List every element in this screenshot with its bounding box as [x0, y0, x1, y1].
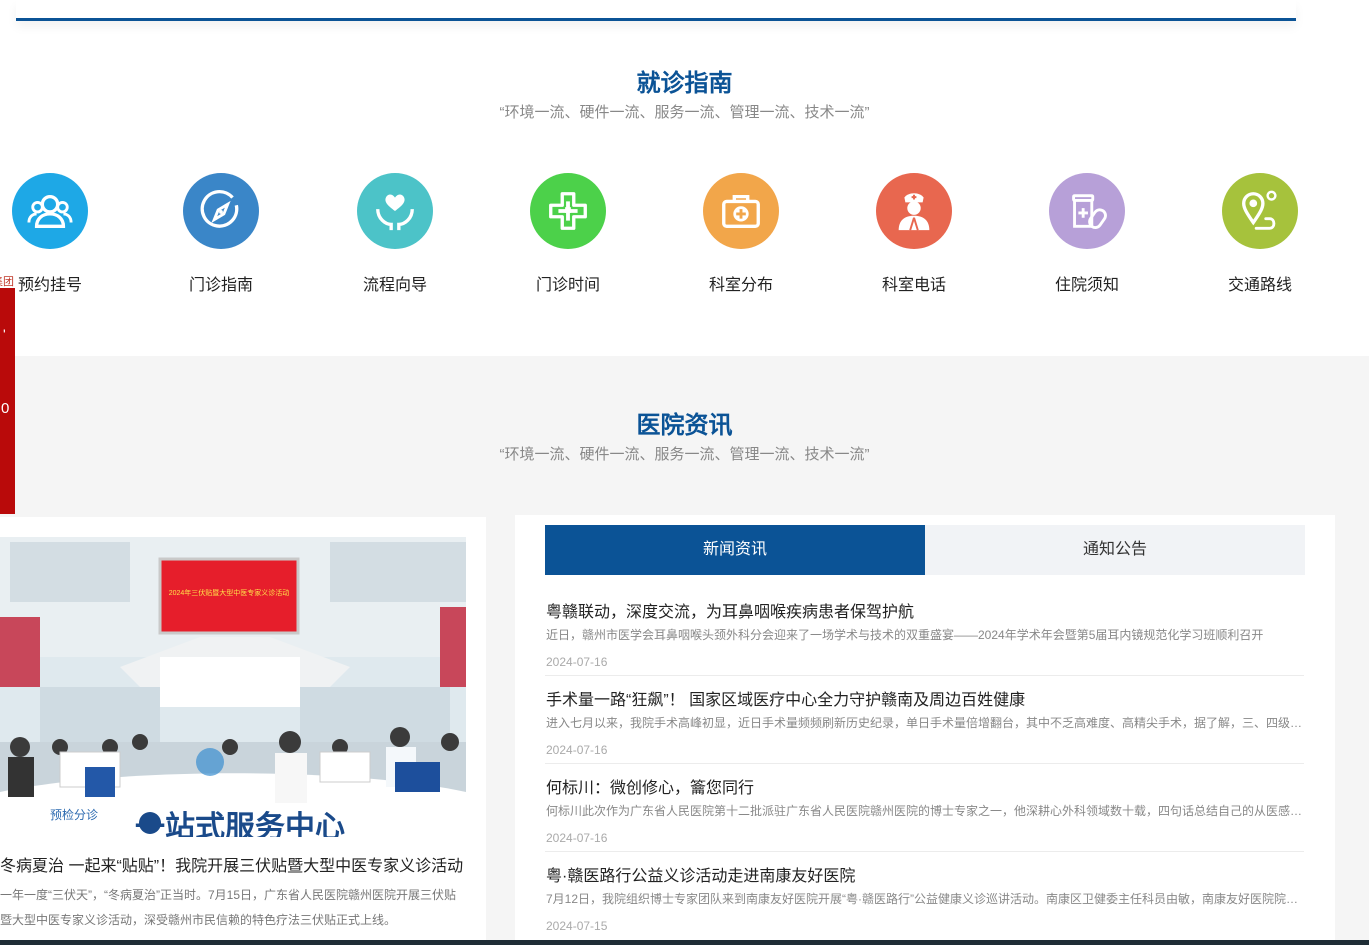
news-item-desc: 近日，赣州市医学会耳鼻咽喉头颈外科分会迎来了一场学术与技术的双重盛宴——2024… — [546, 628, 1264, 642]
compass-icon — [183, 173, 259, 249]
nurse-icon — [876, 173, 952, 249]
news-list: 粤赣联动，深度交流，为耳鼻咽喉疾病患者保驾护航 近日，赣州市医学会耳鼻咽喉头颈外… — [545, 589, 1304, 940]
featured-news-desc: 一年一度“三伏天”，“冬病夏治”正当时。7月15日，广东省人民医院赣州医院开展三… — [0, 883, 466, 933]
guide-item-departments[interactable]: 科室分布 — [681, 173, 801, 295]
news-item-desc: 进入七月以来，我院手术高峰初显，近日手术量频频刷新历史纪录，单日手术量倍增翻台，… — [546, 716, 1303, 730]
news-item-title[interactable]: 粤赣联动，深度交流，为耳鼻咽喉疾病患者保驾护航 — [546, 598, 914, 622]
medicine-icon — [1049, 173, 1125, 249]
tab-news[interactable]: 新闻资讯 — [545, 525, 925, 575]
list-item[interactable]: 手术量一路“狂飙”！ 国家区域医疗中心全力守护赣南及周边百姓健康 进入七月以来，… — [545, 677, 1304, 764]
news-item-date: 2024-07-16 — [546, 655, 608, 669]
side-fragment-text: 集团 — [0, 276, 14, 288]
heart-hands-icon — [357, 173, 433, 249]
medical-cross-icon — [530, 173, 606, 249]
guide-subtitle: “环境一流、硬件一流、服务一流、管理一流、技术一流” — [499, 104, 870, 121]
guide-item-label: 门诊时间 — [535, 277, 600, 294]
guide-item-inpatient[interactable]: 住院须知 — [1027, 173, 1147, 295]
guide-item-appointment[interactable]: 预约挂号 — [0, 173, 110, 295]
floating-sidebar[interactable]: ' 0 — [0, 288, 15, 514]
guide-item-label: 科室电话 — [881, 277, 946, 294]
map-pin-icon — [1222, 173, 1298, 249]
medical-kit-icon — [703, 173, 779, 249]
list-item[interactable]: 粤赣联动，深度交流，为耳鼻咽喉疾病患者保驾护航 近日，赣州市医学会耳鼻咽喉头颈外… — [545, 589, 1304, 676]
service-center-sign: 一站式服务中心 — [135, 811, 345, 837]
guide-item-label: 交通路线 — [1227, 277, 1292, 294]
featured-news-desc-line: 暨大型中医专家义诊活动，深受赣州市民信赖的特色疗法三伏贴正式上线。 — [0, 913, 397, 927]
news-item-date: 2024-07-16 — [546, 831, 608, 845]
footer-bar — [0, 940, 1369, 945]
list-item[interactable]: 粤·赣医路行公益义诊活动走进南康友好医院 7月12日，我院组织博士专家团队来到南… — [545, 853, 1304, 939]
news-list-card: 新闻资讯 通知公告 粤赣联动，深度交流，为耳鼻咽喉疾病患者保驾护航 近日，赣州市… — [515, 515, 1335, 945]
sidebar-text: ' — [3, 326, 6, 342]
guide-title: 就诊指南 — [636, 70, 733, 97]
news-item-title[interactable]: 何标川：微创修心，籥您同行 — [546, 774, 754, 798]
list-item[interactable]: 何标川：微创修心，籥您同行 何标川此次作为广东省人民医院第十二批派驻广东省人民医… — [545, 765, 1304, 852]
guide-item-outpatient-guide[interactable]: 门诊指南 — [161, 173, 281, 295]
guide-item-label: 门诊指南 — [188, 277, 253, 294]
news-tabs: 新闻资讯 通知公告 — [545, 525, 1305, 575]
guide-item-traffic[interactable]: 交通路线 — [1200, 173, 1320, 295]
featured-news-card[interactable]: 2024年三伏贴暨大型中医专家义诊活动 一站式服务中心 预检分诊 冬病夏治 一起… — [0, 517, 486, 945]
news-item-title[interactable]: 粤·赣医路行公益义诊活动走进南康友好医院 — [546, 862, 855, 886]
guide-item-phones[interactable]: 科室电话 — [854, 173, 974, 295]
news-item-date: 2024-07-16 — [546, 743, 608, 757]
news-subtitle: “环境一流、硬件一流、服务一流、管理一流、技术一流” — [499, 446, 870, 463]
sidebar-number: 0 — [1, 400, 10, 417]
news-item-date: 2024-07-15 — [546, 919, 608, 933]
users-icon — [12, 173, 88, 249]
featured-news-desc-line: 一年一度“三伏天”，“冬病夏治”正当时。7月15日，广东省人民医院赣州医院开展三… — [0, 888, 457, 902]
guide-item-label: 预约挂号 — [17, 277, 82, 294]
tab-notices[interactable]: 通知公告 — [925, 525, 1305, 575]
news-title: 医院资讯 — [636, 412, 733, 439]
news-item-desc: 何标川此次作为广东省人民医院第十二批派驻广东省人民医院赣州医院的博士专家之一，他… — [546, 804, 1303, 818]
news-item-title[interactable]: 手术量一路“狂飙”！ 国家区域医疗中心全力守护赣南及周边百姓健康 — [546, 686, 1025, 710]
featured-news-title[interactable]: 冬病夏治 一起来“贴贴”！我院开展三伏贴暨大型中医专家义诊活动 — [0, 852, 480, 876]
guide-icons: 预约挂号 门诊指南 流程向导 门诊时间 科室分布 科室电话 住院须知 交通路线 … — [0, 173, 1369, 303]
guide-item-label: 科室分布 — [708, 277, 773, 294]
triage-desk-sign: 预检分诊 — [50, 807, 98, 822]
featured-news-photo[interactable]: 2024年三伏贴暨大型中医专家义诊活动 一站式服务中心 预检分诊 — [0, 537, 466, 837]
guide-item-hours[interactable]: 门诊时间 — [508, 173, 628, 295]
guide-item-process[interactable]: 流程向导 — [335, 173, 455, 295]
top-nav-bar — [16, 0, 1296, 21]
news-item-desc: 7月12日，我院组织博士专家团队来到南康友好医院开展“粤·赣医路行”公益健康义诊… — [546, 892, 1303, 906]
guide-item-label: 流程向导 — [362, 277, 427, 294]
guide-item-label: 住院须知 — [1054, 277, 1119, 294]
banner-text: 2024年三伏贴暨大型中医专家义诊活动 — [169, 588, 290, 597]
